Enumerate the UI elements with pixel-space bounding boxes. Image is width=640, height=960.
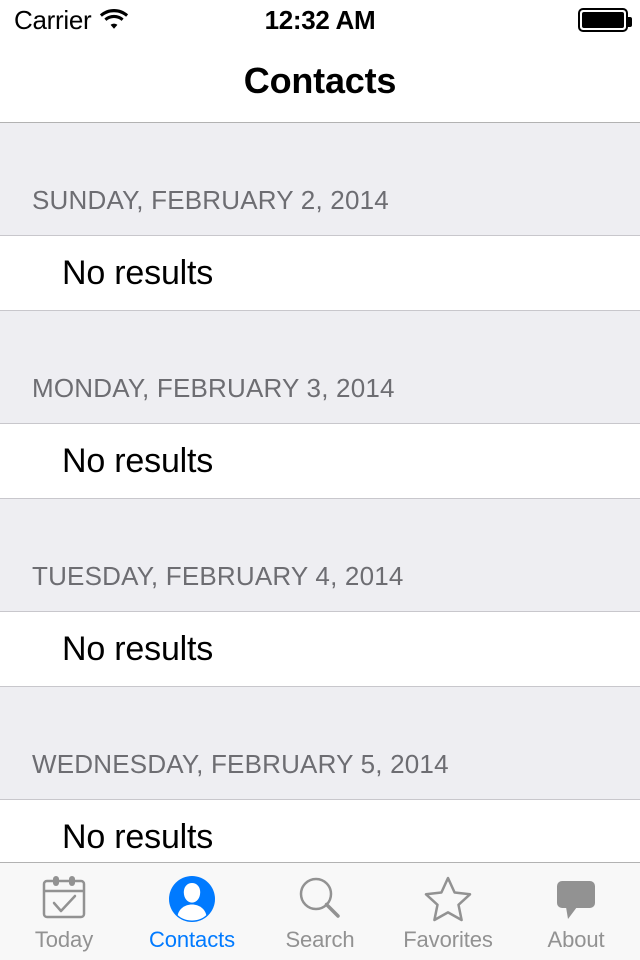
table-row-label: No results [62, 630, 214, 668]
status-bar-time: 12:32 AM [0, 0, 640, 40]
tab-today-label: Today [34, 927, 94, 952]
table-row[interactable]: No results [0, 424, 640, 499]
person-circle-icon [166, 871, 218, 927]
table-row-label: No results [62, 254, 214, 292]
tab-favorites[interactable]: Favorites [384, 863, 512, 960]
table-row[interactable]: No results [0, 236, 640, 311]
table-row-label: No results [62, 442, 214, 480]
table-row[interactable]: No results [0, 800, 640, 862]
battery-full-icon [578, 8, 632, 32]
tab-contacts-label: Contacts [148, 927, 236, 952]
tab-favorites-label: Favorites [403, 927, 493, 952]
navigation-bar: Contacts [0, 40, 640, 123]
calendar-check-icon [38, 871, 90, 927]
star-icon [422, 871, 474, 927]
time-label: 12:32 AM [264, 4, 376, 35]
table-row[interactable]: No results [0, 612, 640, 687]
section-header: TUESDAY, FEBRUARY 4, 2014 [0, 499, 640, 612]
speech-bubble-icon [550, 871, 602, 927]
section-header-label: TUESDAY, FEBRUARY 4, 2014 [32, 561, 404, 591]
section-header: WEDNESDAY, FEBRUARY 5, 2014 [0, 687, 640, 800]
magnifier-icon [294, 871, 346, 927]
tab-search-label: Search [285, 927, 355, 952]
contacts-list[interactable]: SUNDAY, FEBRUARY 2, 2014 No results MOND… [0, 123, 640, 862]
page-title: Contacts [243, 60, 397, 101]
status-bar: Carrier 12:32 AM [0, 0, 640, 40]
app-window: Carrier 12:32 AM Contacts SUNDAY, FEBRUA… [0, 0, 640, 960]
section-header: SUNDAY, FEBRUARY 2, 2014 [0, 123, 640, 236]
tab-about[interactable]: About [512, 863, 640, 960]
status-bar-right [578, 0, 632, 40]
section-header: MONDAY, FEBRUARY 3, 2014 [0, 311, 640, 424]
battery-cap [628, 17, 632, 27]
tab-search[interactable]: Search [256, 863, 384, 960]
tab-contacts[interactable]: Contacts [128, 863, 256, 960]
section-header-label: SUNDAY, FEBRUARY 2, 2014 [32, 185, 389, 215]
section-header-label: WEDNESDAY, FEBRUARY 5, 2014 [32, 749, 449, 779]
tab-about-label: About [547, 927, 605, 952]
tab-today[interactable]: Today [0, 863, 128, 960]
table-row-label: No results [62, 818, 214, 856]
tab-bar: Today Contacts Search Favorites About [0, 862, 640, 960]
section-header-label: MONDAY, FEBRUARY 3, 2014 [32, 373, 395, 403]
battery-fill [582, 12, 624, 28]
